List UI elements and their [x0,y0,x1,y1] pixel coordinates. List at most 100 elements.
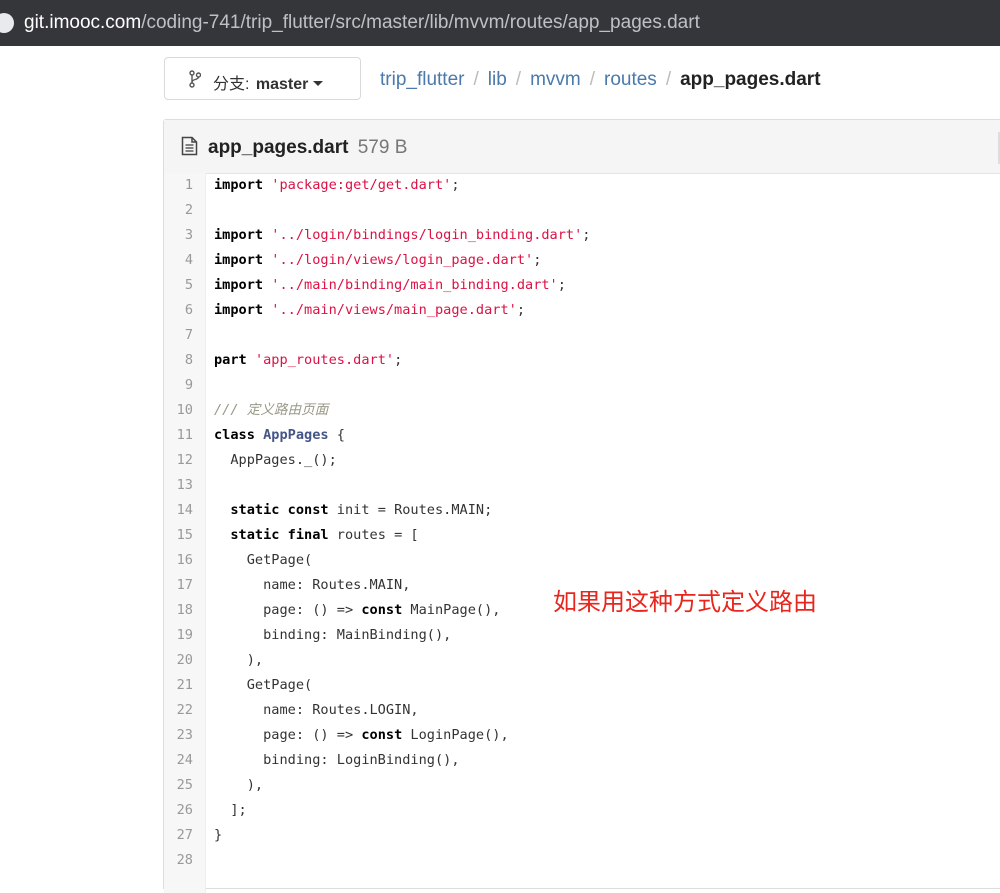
annotation-note: 如果用这种方式定义路由 [553,588,817,616]
line-code: binding: LoginBinding(), [214,748,460,773]
code-line: 6 import '../main/views/main_page.dart'; [164,298,1000,323]
line-code: static final routes = [ [214,523,418,548]
breadcrumb-current-file: app_pages.dart [680,69,821,90]
line-number[interactable]: 2 [164,198,193,223]
line-number[interactable]: 20 [164,648,193,673]
line-number[interactable]: 17 [164,573,193,598]
code-line: 21 GetPage( [164,673,1000,698]
line-number[interactable]: 5 [164,273,193,298]
code-line: 16 GetPage( [164,548,1000,573]
code-token: import [214,177,264,193]
branch-label: 分支: master [213,70,324,94]
code-line: 28 [164,848,1000,873]
site-info-icon[interactable] [0,13,14,33]
code-token: class [214,427,255,443]
code-token: } [214,827,223,843]
line-code: page: () => const LoginPage(), [214,723,509,748]
code-token: ; [394,352,403,368]
code-token: ]; [214,802,247,818]
line-number[interactable]: 15 [164,523,193,548]
code-token: '../login/views/login_page.dart' [271,252,534,268]
line-number[interactable]: 13 [164,473,193,498]
code-token: ; [451,177,460,193]
code-token: GetPage( [214,552,313,568]
code-line: 10 /// 定义路由页面 [164,398,1000,423]
code-token: binding: LoginBinding(), [214,752,460,768]
code-token: 'package:get/get.dart' [271,177,452,193]
line-number[interactable]: 4 [164,248,193,273]
line-code: import '../main/binding/main_binding.dar… [214,273,566,298]
line-code: } [214,823,222,848]
line-number[interactable]: 7 [164,323,193,348]
branch-prefix: 分支: [213,76,250,93]
line-number[interactable]: 3 [164,223,193,248]
line-number[interactable]: 28 [164,848,193,873]
url-host: git.imooc.com [24,12,142,33]
branch-selector-button[interactable]: 分支: master [164,57,361,100]
code-line: 2 [164,198,1000,223]
line-number[interactable]: 6 [164,298,193,323]
breadcrumb-separator: / [589,69,595,90]
code-line: 14 static const init = Routes.MAIN; [164,498,1000,523]
code-token: part [214,352,247,368]
code-line: 7 [164,323,1000,348]
line-code: name: Routes.LOGIN, [214,698,419,723]
breadcrumb-link-mvvm[interactable]: mvvm [530,69,581,90]
code-token: page: () => [214,727,362,743]
file-viewer: app_pages.dart 579 B 1 import 'package:ge… [163,119,1000,893]
git-branch-icon [189,70,201,88]
breadcrumb-link-routes[interactable]: routes [604,69,657,90]
line-code: import '../login/bindings/login_binding.… [214,223,590,248]
code-line: 5 import '../main/binding/main_binding.da… [164,273,1000,298]
code-line: 8 part 'app_routes.dart'; [164,348,1000,373]
code-token: ; [582,227,591,243]
code-token: import [214,302,264,318]
line-code: /// 定义路由页面 [214,398,328,423]
line-number[interactable]: 23 [164,723,193,748]
code-token: MainPage(), [402,602,501,618]
code-token: ; [516,302,526,318]
breadcrumb-separator: / [473,69,479,90]
code-token: AppPages [263,427,329,443]
line-number[interactable]: 24 [164,748,193,773]
line-number[interactable]: 22 [164,698,193,723]
line-number[interactable]: 25 [164,773,193,798]
line-number[interactable]: 10 [164,398,193,423]
code-token: const [287,502,329,518]
browser-address-bar[interactable]: git.imooc.com/coding-741/trip_flutter/sr… [0,0,1000,46]
code-token: '../main/binding/main_binding.dart' [271,277,558,293]
code-token: import [214,277,264,293]
line-number[interactable]: 27 [164,823,193,848]
breadcrumb-link-lib[interactable]: lib [488,69,507,90]
line-number[interactable]: 26 [164,798,193,823]
code-token: binding: MainBinding(), [214,627,452,643]
line-number[interactable]: 9 [164,373,193,398]
line-number[interactable]: 11 [164,423,193,448]
line-number[interactable]: 12 [164,448,193,473]
code-token: { [328,427,345,443]
breadcrumb-separator: / [515,69,522,90]
line-number[interactable]: 14 [164,498,193,523]
line-number[interactable]: 1 [164,173,193,198]
line-number[interactable]: 18 [164,598,193,623]
code-line: 25 ), [164,773,1000,798]
url-path: /coding-741/trip_flutter/src/master/lib/… [141,12,700,33]
code-token: const [361,727,403,743]
code-token: import [214,252,264,268]
url-text[interactable]: git.imooc.com/coding-741/trip_flutter/sr… [24,10,700,36]
file-title: app_pages.dart 579 B [208,135,407,161]
line-number[interactable]: 16 [164,548,193,573]
line-number[interactable]: 19 [164,623,193,648]
code-line: 11 class AppPages { [164,423,1000,448]
code-line: 23 page: () => const LoginPage(), [164,723,1000,748]
code-token: import [214,227,264,243]
caret-down-icon [313,81,324,86]
code-token: final [287,527,329,543]
line-number[interactable]: 21 [164,673,193,698]
line-number[interactable]: 8 [164,348,193,373]
line-code: page: () => const MainPage(), [214,598,500,623]
breadcrumb-link-trip-flutter[interactable]: trip_flutter [380,69,464,90]
